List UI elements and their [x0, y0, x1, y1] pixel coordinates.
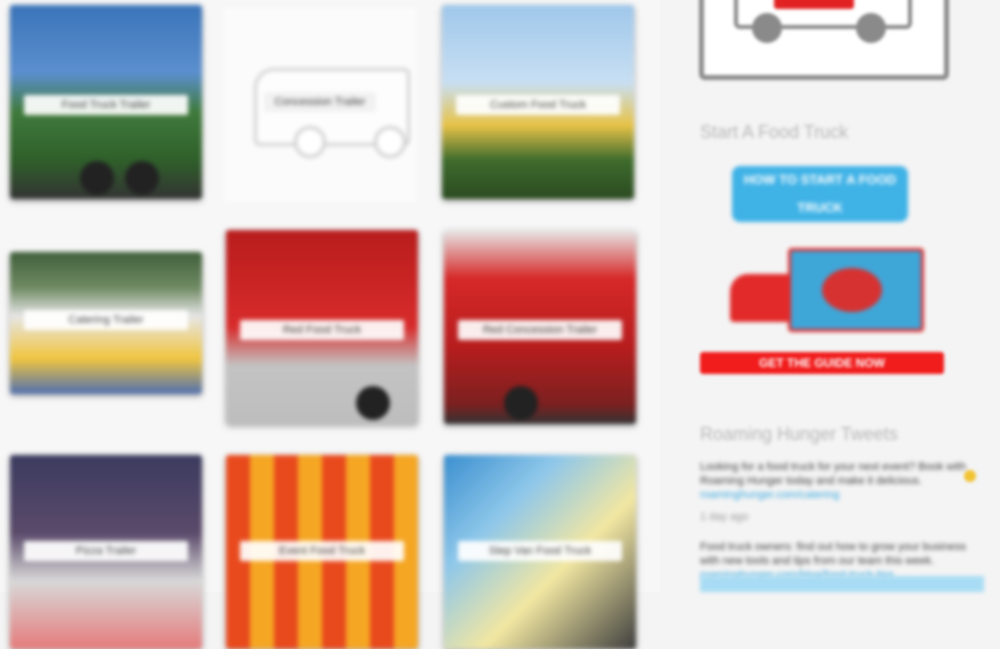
- wheel-graphic: [374, 126, 406, 158]
- gallery-card[interactable]: Catering Trailer: [10, 252, 202, 394]
- sidebar: Start A Food Truck HOW TO START A FOOD T…: [676, 0, 1000, 592]
- gallery-card-label: Custom Food Truck: [456, 95, 620, 115]
- food-truck-logo[interactable]: [699, 0, 949, 80]
- tweet-text: Food truck owners: find out how to grow …: [700, 541, 966, 567]
- tweet-time: 1 day ago: [700, 511, 749, 523]
- gallery-card[interactable]: Custom Food Truck: [442, 5, 634, 199]
- promo-truck-image[interactable]: [730, 244, 924, 336]
- wheel-graphic: [504, 386, 538, 420]
- gallery-card[interactable]: Food Truck Trailer: [10, 5, 202, 199]
- gallery-card-label: Event Food Truck: [240, 541, 404, 561]
- tweet-link-highlight: [700, 576, 984, 592]
- gallery-card-label: Food Truck Trailer: [24, 95, 188, 115]
- tweet-item: Looking for a food truck for your next e…: [700, 460, 980, 524]
- truck-logo-graphic: [822, 268, 882, 312]
- food-truck-gallery: Food Truck Trailer Concession Trailer Cu…: [0, 0, 660, 649]
- start-food-truck-heading: Start A Food Truck: [700, 122, 849, 142]
- gallery-card[interactable]: Event Food Truck: [226, 455, 418, 649]
- tweet-text: Looking for a food truck for your next e…: [700, 461, 966, 487]
- wheel-graphic: [356, 386, 390, 420]
- gallery-card-label: Catering Trailer: [24, 310, 188, 330]
- truck-cab-graphic: [730, 274, 794, 322]
- gallery-card[interactable]: Concession Trailer: [224, 8, 416, 202]
- get-guide-button[interactable]: GET THE GUIDE NOW: [700, 352, 944, 374]
- wheel-icon: [752, 13, 782, 43]
- gallery-card-label: Step Van Food Truck: [458, 541, 622, 561]
- gallery-card[interactable]: Pizza Trailer: [10, 455, 202, 649]
- gallery-card-label: Red Concession Trailer: [458, 320, 622, 340]
- logo-badge: [774, 0, 854, 9]
- emoji-icon: [964, 470, 976, 482]
- gallery-card[interactable]: Red Food Truck: [226, 230, 418, 424]
- wheel-graphic: [294, 126, 326, 158]
- wheel-graphic: [80, 161, 114, 195]
- gallery-card-label: Concession Trailer: [264, 92, 376, 112]
- tweet-link[interactable]: roaminghunger.com/catering: [700, 488, 980, 502]
- gallery-card[interactable]: Red Concession Trailer: [444, 230, 636, 424]
- wheel-icon: [856, 13, 886, 43]
- promo-banner[interactable]: HOW TO START A FOOD TRUCK: [732, 166, 908, 222]
- tweets-heading: Roaming Hunger Tweets: [700, 424, 898, 444]
- gallery-card[interactable]: Step Van Food Truck: [444, 455, 636, 649]
- wheel-graphic: [125, 161, 159, 195]
- gallery-card-label: Red Food Truck: [240, 320, 404, 340]
- gallery-card-label: Pizza Trailer: [24, 541, 188, 561]
